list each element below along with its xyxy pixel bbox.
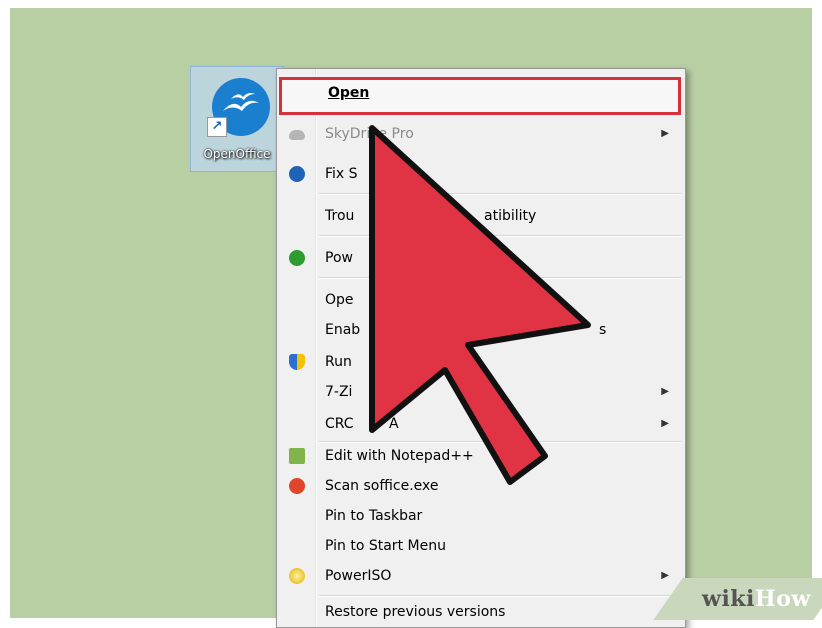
menu-item-label: Open — [328, 85, 370, 101]
submenu-arrow-icon: ▶ — [661, 386, 669, 397]
menu-item-troubleshoot[interactable]: Trou atibility — [279, 201, 683, 231]
menu-separator — [319, 193, 681, 195]
menu-item-open-file-location[interactable]: Ope — [279, 285, 683, 315]
menu-separator — [319, 235, 681, 237]
menu-item-label: Enab — [325, 322, 361, 338]
menu-item-label: Trou — [325, 208, 355, 224]
menu-item-label: Pow — [325, 250, 353, 266]
menu-item-scan[interactable]: Scan soffice.exe — [279, 471, 683, 501]
menu-item-label: Scan soffice.exe — [325, 478, 439, 494]
blue-circle-icon — [289, 166, 305, 182]
menu-separator — [319, 277, 681, 279]
shortcut-arrow-icon: ↗ — [207, 117, 227, 137]
menu-item-skydrive-pro[interactable]: SkyDrive Pro ▶ — [279, 119, 683, 149]
menu-item-restore-versions[interactable]: Restore previous versions — [279, 597, 683, 627]
menu-item-power[interactable]: Pow — [279, 243, 683, 273]
menu-item-label: Edit with Notepad++ — [325, 448, 474, 464]
shortcut-label: OpenOffice — [203, 147, 271, 161]
menu-item-label: PowerISO — [325, 568, 392, 584]
menu-item-label: Fix S — [325, 166, 358, 182]
menu-item-label: 7-Zi — [325, 384, 353, 400]
shield-icon — [289, 354, 305, 370]
menu-item-label: Restore previous versions — [325, 604, 506, 620]
submenu-arrow-icon: ▶ — [661, 418, 669, 429]
menu-item-edit-notepad[interactable]: Edit with Notepad++ — [279, 441, 683, 471]
menu-item-label-suffix: atibility — [484, 208, 537, 224]
wikihow-watermark: wikiHow — [702, 586, 811, 612]
menu-item-label: Pin to Start Menu — [325, 538, 446, 554]
submenu-arrow-icon: ▶ — [661, 570, 669, 581]
menu-item-pin-taskbar[interactable]: Pin to Taskbar — [279, 501, 683, 531]
menu-item-poweriso[interactable]: PowerISO ▶ — [279, 561, 683, 591]
menu-item-label: Ope — [325, 292, 354, 308]
context-menu: Open SkyDrive Pro ▶ Fix S Trou atibility… — [276, 68, 686, 628]
menu-item-label: Pin to Taskbar — [325, 508, 423, 524]
openoffice-shortcut[interactable]: ↗ OpenOffice — [190, 66, 284, 172]
menu-item-label: Run — [325, 354, 352, 370]
menu-item-label: SkyDrive Pro — [325, 126, 414, 142]
menu-item-7zip[interactable]: 7-Zi ▶ — [279, 377, 683, 407]
notepad-icon — [289, 448, 305, 464]
poweriso-icon — [289, 568, 305, 584]
menu-item-pin-start[interactable]: Pin to Start Menu — [279, 531, 683, 561]
menu-item-crc-sha[interactable]: CRC A ▶ — [279, 409, 683, 439]
green-power-icon — [289, 250, 305, 266]
menu-item-fix[interactable]: Fix S — [279, 159, 683, 189]
menu-item-open[interactable]: Open — [279, 77, 681, 115]
watermark-part1: wiki — [702, 586, 755, 612]
scan-icon — [289, 478, 305, 494]
menu-item-enable[interactable]: Enab s — [279, 315, 683, 345]
cloud-icon — [289, 130, 305, 140]
menu-item-label-suffix: s — [599, 322, 607, 338]
menu-item-run-as-admin[interactable]: Run — [279, 347, 683, 377]
submenu-arrow-icon: ▶ — [661, 128, 669, 139]
watermark-part2: How — [754, 586, 811, 612]
menu-item-label: CRC — [325, 416, 354, 432]
menu-item-label-suffix: A — [389, 416, 399, 432]
